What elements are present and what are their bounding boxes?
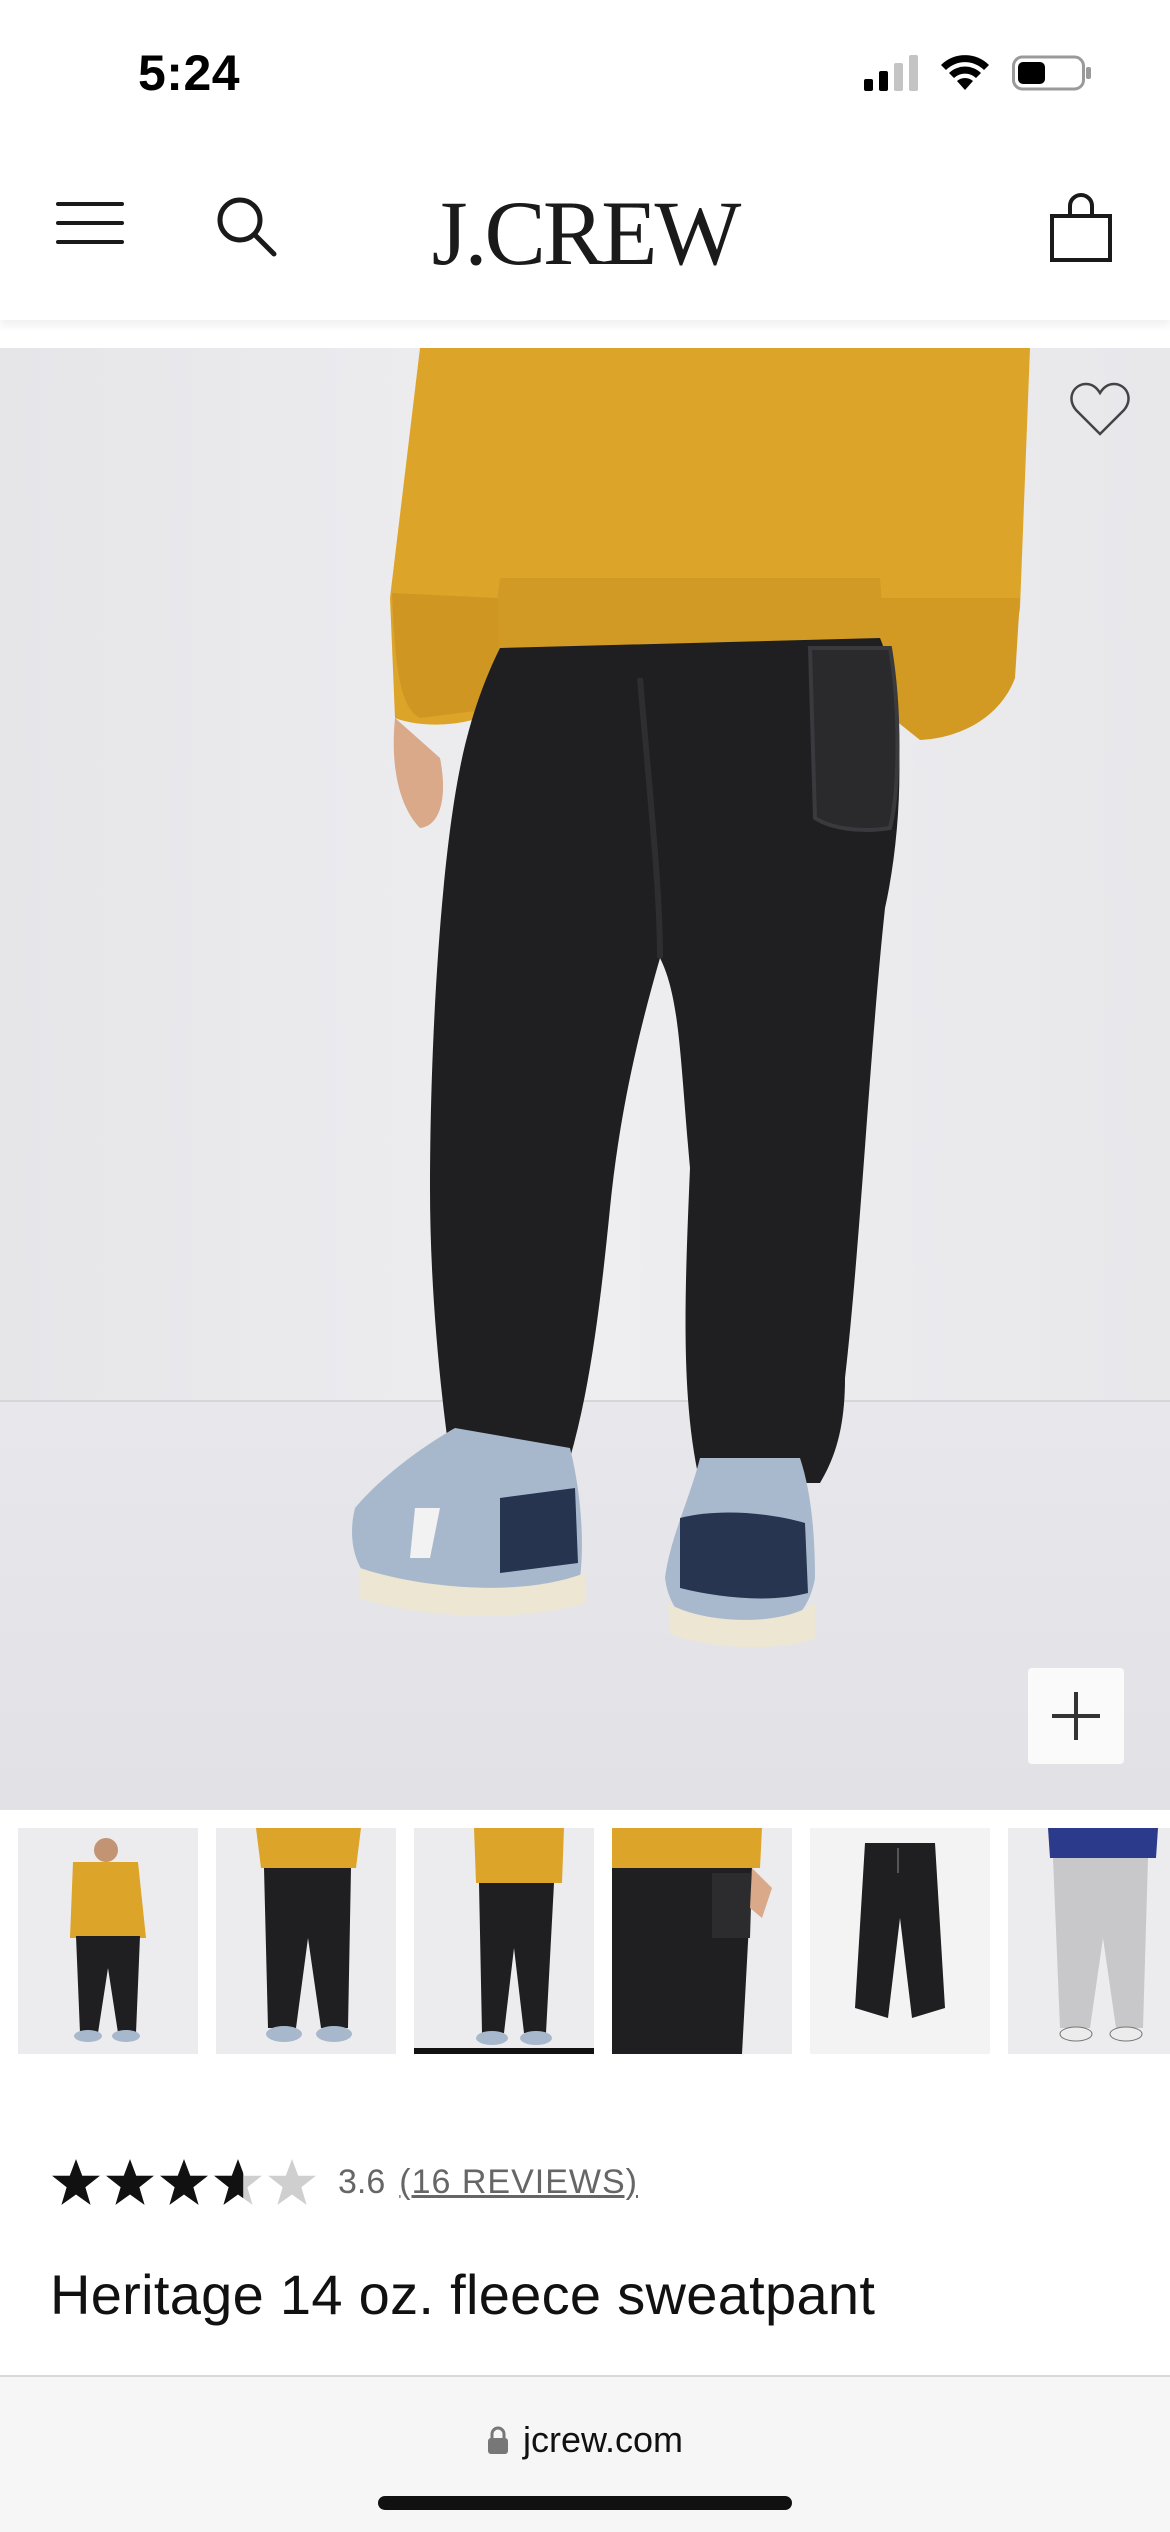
url-display[interactable]: jcrew.com (0, 2419, 1170, 2461)
battery-icon (1012, 55, 1091, 91)
thumbnail-4[interactable] (612, 1828, 792, 2054)
status-time: 5:24 (138, 45, 241, 101)
lock-icon (487, 2426, 508, 2454)
plus-icon[interactable] (1028, 1668, 1124, 1764)
wifi-icon (941, 55, 989, 90)
product-rating: 3.6 (16 REVIEWS) (50, 2150, 638, 2214)
star-icon (160, 2159, 208, 2205)
thumbnail-5[interactable] (810, 1828, 990, 2054)
url-text: jcrew.com (522, 2419, 684, 2460)
thumbnail-3[interactable] (414, 1828, 594, 2054)
product-image[interactable] (0, 348, 1170, 1810)
product-photo-illustration (352, 348, 1030, 1648)
thumbnail-2[interactable] (216, 1828, 396, 2054)
star-icon (106, 2159, 154, 2205)
browser-address-bar[interactable]: jcrew.com (0, 2375, 1170, 2532)
product-title: Heritage 14 oz. fleece sweatpant (50, 2263, 876, 2326)
star-icon (268, 2159, 316, 2205)
status-icons (864, 54, 1092, 92)
site-header: J.CREW (0, 150, 1170, 320)
thumbnail-1[interactable] (18, 1828, 198, 2054)
brand-logo[interactable]: J.CREW (0, 180, 1170, 286)
star-icon (52, 2159, 100, 2205)
status-bar: 5:24 (0, 0, 1170, 150)
rating-stars (50, 2157, 318, 2207)
home-indicator[interactable] (378, 2496, 792, 2510)
rating-value: 3.6 (338, 2162, 386, 2201)
thumbnail-strip[interactable] (18, 1828, 1170, 2058)
star-icon (214, 2159, 262, 2205)
reviews-link[interactable]: (16 REVIEWS) (399, 2163, 638, 2202)
cellular-signal-icon (864, 55, 918, 91)
heart-icon[interactable] (1068, 378, 1132, 442)
thumbnail-6[interactable] (1008, 1828, 1170, 2054)
shopping-bag-icon[interactable] (1048, 192, 1114, 264)
